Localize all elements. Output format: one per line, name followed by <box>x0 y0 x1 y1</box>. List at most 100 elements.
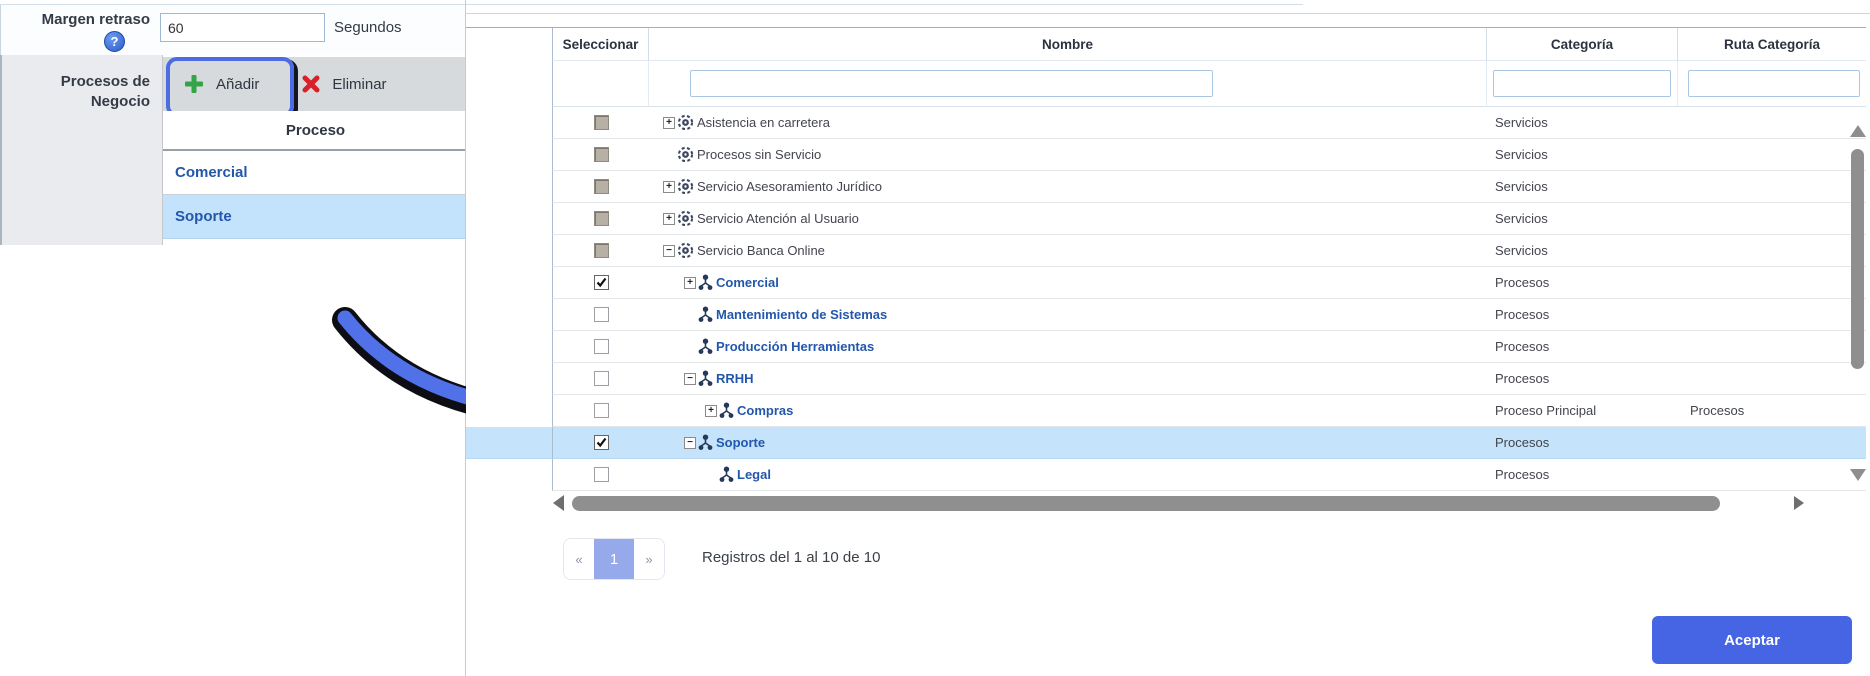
expand-plus-icon[interactable]: + <box>663 181 675 193</box>
seleccionar-cell <box>552 235 649 267</box>
tree-node-label[interactable]: Servicio Atención al Usuario <box>697 211 859 226</box>
process-icon <box>698 370 713 387</box>
row-checkbox[interactable] <box>594 403 609 418</box>
ruta-categoria-cell <box>1678 107 1866 139</box>
vertical-scrollbar-thumb[interactable] <box>1851 149 1864 369</box>
categoria-filter-input[interactable] <box>1493 70 1671 97</box>
expand-plus-icon[interactable]: + <box>684 277 696 289</box>
accept-button[interactable]: Aceptar <box>1652 616 1852 664</box>
tree-node-label[interactable]: Compras <box>737 403 793 418</box>
row-gutter <box>466 139 552 171</box>
tree-node-label[interactable]: Soporte <box>716 435 765 450</box>
seleccionar-cell <box>552 139 649 171</box>
nombre-cell: + Asistencia en carretera <box>649 107 1487 139</box>
help-icon[interactable]: ? <box>104 31 125 52</box>
row-checkbox[interactable] <box>594 467 609 482</box>
ruta-categoria-filter-input[interactable] <box>1688 70 1860 97</box>
row-checkbox[interactable] <box>594 307 609 322</box>
collapse-minus-icon[interactable]: − <box>663 245 675 257</box>
tree-node-label[interactable]: Procesos sin Servicio <box>697 147 821 162</box>
tree-row[interactable]: +Asistencia en carreteraServicios <box>466 107 1866 139</box>
tree-row[interactable]: +Servicio Atención al UsuarioServicios <box>466 203 1866 235</box>
ruta-categoria-cell <box>1678 171 1866 203</box>
row-checkbox <box>594 147 609 162</box>
filter-row <box>466 61 1866 107</box>
ruta-categoria-cell <box>1678 299 1866 331</box>
seleccionar-cell <box>552 299 649 331</box>
selection-table: Seleccionar Nombre Categoría Ruta Catego… <box>466 27 1866 491</box>
row-checkbox[interactable] <box>594 275 609 290</box>
expand-plus-icon[interactable]: + <box>663 213 675 225</box>
expand-plus-icon[interactable]: + <box>705 405 717 417</box>
row-gutter <box>466 107 552 139</box>
service-icon <box>677 210 694 227</box>
ruta-categoria-cell <box>1678 363 1866 395</box>
row-gutter <box>466 459 552 491</box>
page-prev-button[interactable]: « <box>564 539 594 579</box>
tree-node-label[interactable]: Servicio Banca Online <box>697 243 825 258</box>
ruta-categoria-cell <box>1678 331 1866 363</box>
categoria-cell: Procesos <box>1487 459 1678 491</box>
row-checkbox[interactable] <box>594 435 609 450</box>
page-number-button[interactable]: 1 <box>594 539 634 579</box>
vertical-scroll-down-arrow[interactable] <box>1850 469 1866 481</box>
expand-plus-icon[interactable]: + <box>663 117 675 129</box>
collapse-minus-icon[interactable]: − <box>684 373 696 385</box>
tree-node-label[interactable]: RRHH <box>716 371 754 386</box>
row-gutter <box>466 363 552 395</box>
vertical-scroll-up-arrow[interactable] <box>1850 125 1866 137</box>
categoria-cell: Procesos <box>1487 331 1678 363</box>
ruta-categoria-cell <box>1678 235 1866 267</box>
nombre-cell: + Servicio Atención al Usuario <box>649 203 1487 235</box>
categoria-cell: Procesos <box>1487 267 1678 299</box>
tree-row[interactable]: −SoporteProcesos <box>466 427 1866 459</box>
column-header-categoria: Categoría <box>1487 28 1678 61</box>
horizontal-scroll-left-arrow[interactable] <box>553 495 564 511</box>
tree-row[interactable]: +ComprasProceso PrincipalProcesos <box>466 395 1866 427</box>
tree-row[interactable]: Producción Herramientas Procesos <box>466 331 1866 363</box>
add-button[interactable]: Añadir <box>169 61 273 107</box>
pagination: « 1 » <box>563 538 665 580</box>
delete-button[interactable]: Eliminar <box>287 61 400 107</box>
collapse-minus-icon[interactable]: − <box>684 437 696 449</box>
row-checkbox <box>594 211 609 226</box>
row-checkbox <box>594 179 609 194</box>
plus-icon <box>183 73 205 95</box>
seleccionar-cell <box>552 459 649 491</box>
page-next-button[interactable]: » <box>634 539 664 579</box>
tree-row[interactable]: Mantenimiento de SistemasProcesos <box>466 299 1866 331</box>
row-gutter <box>466 171 552 203</box>
tree-node-label[interactable]: Comercial <box>716 275 779 290</box>
tree-row[interactable]: + Comercial Procesos <box>466 267 1866 299</box>
row-gutter <box>466 395 552 427</box>
ruta-categoria-cell <box>1678 427 1866 459</box>
row-checkbox[interactable] <box>594 339 609 354</box>
margen-retraso-label: Margen retraso <box>0 11 150 28</box>
tree-row[interactable]: −Servicio Banca OnlineServicios <box>466 235 1866 267</box>
nombre-filter-input[interactable] <box>690 70 1213 97</box>
column-header-ruta-categoria: Ruta Categoría <box>1678 28 1866 61</box>
tree-node-label[interactable]: Legal <box>737 467 771 482</box>
process-row[interactable]: Soporte <box>163 195 468 239</box>
process-row[interactable]: Comercial <box>163 151 468 195</box>
process-icon <box>698 434 713 451</box>
process-icon <box>719 466 734 483</box>
process-icon <box>698 274 713 291</box>
tree-row[interactable]: −RRHHProcesos <box>466 363 1866 395</box>
row-gutter <box>466 299 552 331</box>
tree-row[interactable]: Legal Procesos <box>466 459 1866 491</box>
margen-retraso-input[interactable] <box>160 13 325 42</box>
add-button-label: Añadir <box>216 76 259 93</box>
horizontal-scrollbar-thumb[interactable] <box>572 496 1720 511</box>
tree-node-label[interactable]: Asistencia en carretera <box>697 115 830 130</box>
tree-row[interactable]: Procesos sin ServicioServicios <box>466 139 1866 171</box>
tree-node-label[interactable]: Servicio Asesoramiento Jurídico <box>697 179 882 194</box>
ruta-categoria-cell <box>1678 203 1866 235</box>
row-checkbox[interactable] <box>594 371 609 386</box>
process-icon <box>698 306 713 323</box>
tree-node-label[interactable]: Mantenimiento de Sistemas <box>716 307 887 322</box>
process-table-header: Proceso <box>163 111 468 151</box>
tree-node-label[interactable]: Producción Herramientas <box>716 339 874 354</box>
tree-row[interactable]: +Servicio Asesoramiento JurídicoServicio… <box>466 171 1866 203</box>
horizontal-scroll-right-arrow[interactable] <box>1794 496 1804 510</box>
